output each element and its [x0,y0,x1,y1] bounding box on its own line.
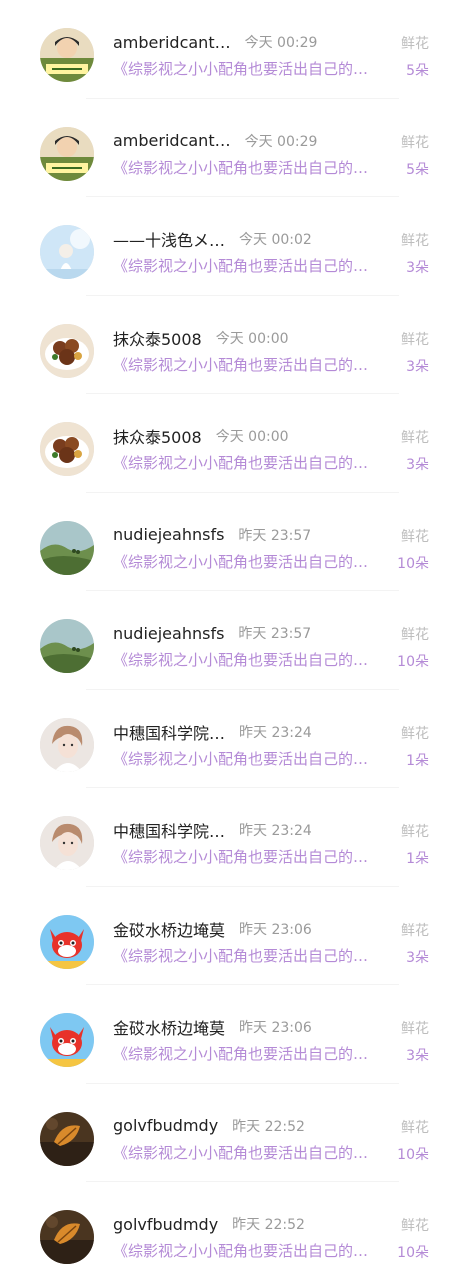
gift-count: 5朵 [406,161,429,178]
user-name[interactable]: 金砹水桥边埯莫 [113,1015,225,1039]
gift-record-item[interactable]: ——十浅色メ… 今天 00:02 鲜花 《综影视之小小配角也要活出自己的… 3朵 [0,197,469,296]
book-title[interactable]: 《综影视之小小配角也要活出自己的… [113,748,393,770]
gift-record-item[interactable]: 中穗国科学院… 昨天 23:24 鲜花 《综影视之小小配角也要活出自己的… 1朵 [0,690,469,788]
book-title[interactable]: 《综影视之小小配角也要活出自己的… [113,1043,393,1065]
girl-sky-avatar[interactable] [40,225,94,279]
book-title[interactable]: 《综影视之小小配角也要活出自己的… [113,945,393,967]
book-title[interactable]: 《综影视之小小配角也要活出自己的… [113,846,393,868]
gift-record-item[interactable]: 金砹水桥边埯莫 昨天 23:06 鲜花 《综影视之小小配角也要活出自己的… 3朵 [0,887,469,985]
gift-record-item[interactable]: nudiejeahnsfs 昨天 23:57 鲜花 《综影视之小小配角也要活出自… [0,591,469,690]
user-name[interactable]: amberidcant… [113,33,231,52]
book-title[interactable]: 《综影视之小小配角也要活出自己的… [113,551,393,573]
autumn-leaf-avatar[interactable] [40,1111,94,1166]
gift-time: 昨天 23:57 [238,527,312,544]
green-hills-avatar[interactable] [40,520,94,575]
gift-count: 10朵 [397,1146,429,1163]
gift-time: 昨天 23:57 [238,626,312,642]
gift-record-item[interactable]: amberidcant… 今天 00:29 鲜花 《综影视之小小配角也要活出自己… [0,99,469,197]
gift-count: 3朵 [406,358,429,375]
user-name[interactable]: 金砹水桥边埯莫 [113,917,225,941]
gift-count: 3朵 [406,1048,429,1064]
gift-count: 1朵 [406,752,429,769]
gift-count: 3朵 [406,260,429,276]
user-name[interactable]: 抹众泰5008 [113,424,202,448]
gift-record-item[interactable]: 中穗国科学院… 昨天 23:24 鲜花 《综影视之小小配角也要活出自己的… 1朵 [0,788,469,887]
gift-time: 今天 00:00 [215,429,289,445]
user-name[interactable]: amberidcant… [113,131,231,150]
gift-time: 昨天 23:06 [239,921,312,938]
gift-time: 今天 00:29 [244,133,318,150]
gift-time: 昨天 22:52 [232,1217,305,1233]
portrait-avatar[interactable] [40,816,94,870]
gift-count: 10朵 [397,1245,429,1261]
gift-type-label: 鲜花 [401,134,429,151]
gift-record-item[interactable]: nudiejeahnsfs 昨天 23:57 鲜花 《综影视之小小配角也要活出自… [0,493,469,591]
user-name[interactable]: 抹众泰5008 [113,326,202,350]
user-name[interactable]: golvfbudmdy [113,1215,218,1234]
gift-time: 今天 00:00 [215,330,289,347]
gift-record-list: amberidcant… 今天 00:29 鲜花 《综影视之小小配角也要活出自己… [0,0,469,1280]
gift-type-label: 鲜花 [401,824,429,840]
book-title[interactable]: 《综影视之小小配角也要活出自己的… [113,255,393,277]
gift-time: 昨天 22:52 [232,1118,305,1135]
user-name[interactable]: nudiejeahnsfs [113,624,224,643]
gift-type-label: 鲜花 [401,1119,429,1136]
user-name[interactable]: ——十浅色メ… [113,227,225,251]
gift-record-item[interactable]: 金砹水桥边埯莫 昨天 23:06 鲜花 《综影视之小小配角也要活出自己的… 3朵 [0,985,469,1084]
gift-type-label: 鲜花 [401,233,429,249]
gift-count: 10朵 [397,555,429,572]
book-title[interactable]: 《综影视之小小配角也要活出自己的… [113,354,393,376]
portrait-avatar[interactable] [40,717,94,772]
gift-count: 5朵 [406,63,429,79]
gift-count: 10朵 [397,654,429,670]
user-name[interactable]: nudiejeahnsfs [113,525,224,544]
food-bowl-avatar[interactable] [40,323,94,378]
gift-type-label: 鲜花 [401,36,429,52]
fox-cartoon-avatar[interactable] [40,1013,94,1067]
gift-type-label: 鲜花 [401,528,429,545]
gift-record-item[interactable]: golvfbudmdy 昨天 22:52 鲜花 《综影视之小小配角也要活出自己的… [0,1084,469,1182]
gift-type-label: 鲜花 [401,627,429,643]
gift-count: 3朵 [406,457,429,473]
gift-time: 今天 00:29 [244,35,318,51]
book-title[interactable]: 《综影视之小小配角也要活出自己的… [113,157,393,179]
green-hills-avatar[interactable] [40,619,94,673]
gift-time: 昨天 23:24 [239,823,312,839]
gift-type-label: 鲜花 [401,922,429,939]
gift-type-label: 鲜花 [401,1021,429,1037]
user-name[interactable]: 中穗国科学院… [113,818,225,842]
book-title[interactable]: 《综影视之小小配角也要活出自己的… [113,58,393,80]
book-title[interactable]: 《综影视之小小配角也要活出自己的… [113,649,393,671]
gift-count: 3朵 [406,949,429,966]
gift-time: 昨天 23:06 [239,1020,312,1036]
gift-record-item[interactable]: amberidcant… 今天 00:29 鲜花 《综影视之小小配角也要活出自己… [0,0,469,99]
user-name[interactable]: golvfbudmdy [113,1116,218,1135]
book-title[interactable]: 《综影视之小小配角也要活出自己的… [113,452,393,474]
gift-type-label: 鲜花 [401,430,429,446]
autumn-leaf-avatar[interactable] [40,1210,94,1264]
gift-count: 1朵 [406,851,429,867]
fox-cartoon-avatar[interactable] [40,914,94,969]
comic-avatar[interactable] [40,126,94,181]
comic-avatar[interactable] [40,28,94,82]
gift-type-label: 鲜花 [401,331,429,348]
gift-type-label: 鲜花 [401,1218,429,1234]
gift-record-item[interactable]: 抹众泰5008 今天 00:00 鲜花 《综影视之小小配角也要活出自己的… 3朵 [0,296,469,394]
user-name[interactable]: 中穗国科学院… [113,720,225,744]
gift-time: 昨天 23:24 [239,724,312,741]
gift-record-item[interactable]: golvfbudmdy 昨天 22:52 鲜花 《综影视之小小配角也要活出自己的… [0,1182,469,1280]
food-bowl-avatar[interactable] [40,422,94,476]
book-title[interactable]: 《综影视之小小配角也要活出自己的… [113,1240,393,1262]
book-title[interactable]: 《综影视之小小配角也要活出自己的… [113,1142,393,1164]
gift-record-item[interactable]: 抹众泰5008 今天 00:00 鲜花 《综影视之小小配角也要活出自己的… 3朵 [0,394,469,493]
gift-type-label: 鲜花 [401,725,429,742]
gift-time: 今天 00:02 [239,232,312,248]
